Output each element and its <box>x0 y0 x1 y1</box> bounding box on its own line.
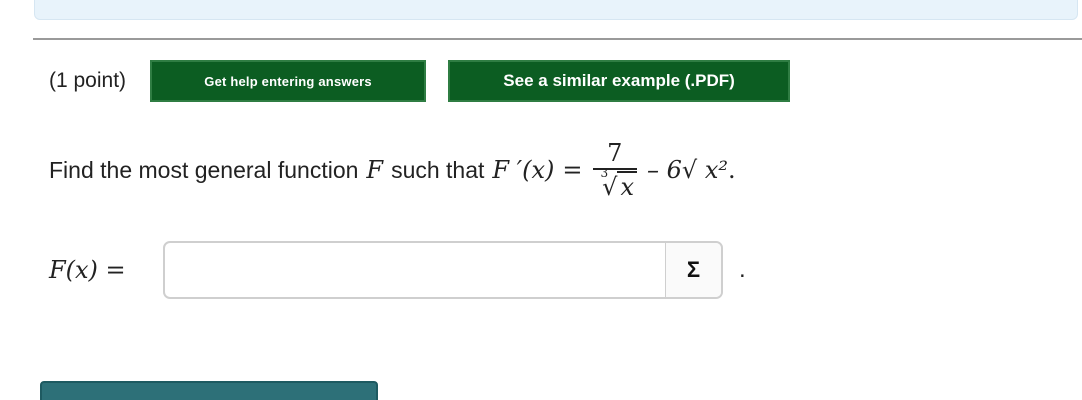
question-prefix: Find the most general function <box>49 156 359 183</box>
fraction: 7 3 √ x <box>592 139 637 201</box>
question-mid: such that <box>391 156 485 183</box>
answer-label: F(x) = <box>49 256 126 284</box>
points-label: (1 point) <box>49 69 127 92</box>
question-period: . <box>727 156 736 184</box>
fraction-denominator: 3 √ x <box>593 166 637 201</box>
answer-row: F(x) = Σ . <box>49 240 746 300</box>
answer-field-wrapper: Σ <box>163 241 723 299</box>
help-entering-answers-button[interactable]: Get help entering answers <box>150 60 427 102</box>
problem-page: (1 point) Get help entering answers See … <box>0 0 1082 400</box>
function-symbol: F <box>366 156 384 184</box>
submit-answers-button[interactable] <box>40 381 378 400</box>
answer-input[interactable] <box>165 243 665 297</box>
question-text: Find the most general function F such th… <box>49 132 736 208</box>
equals-sign: = <box>562 156 583 184</box>
radicand: x <box>617 171 637 201</box>
fraction-bar <box>592 168 637 170</box>
minus-term: – 6√ x² <box>647 156 728 184</box>
answer-trailing-period: . <box>739 256 746 283</box>
similar-example-button[interactable]: See a similar example (.PDF) <box>448 60 791 102</box>
problem-header: (1 point) Get help entering answers See … <box>49 60 791 102</box>
info-banner <box>34 0 1078 20</box>
root-index: 3 <box>600 166 609 180</box>
sigma-icon: Σ <box>686 257 701 282</box>
derivative-lhs: F ′(x) <box>492 156 555 184</box>
equation-editor-button[interactable]: Σ <box>665 243 721 297</box>
problem-container: (1 point) Get help entering answers See … <box>33 38 1082 343</box>
